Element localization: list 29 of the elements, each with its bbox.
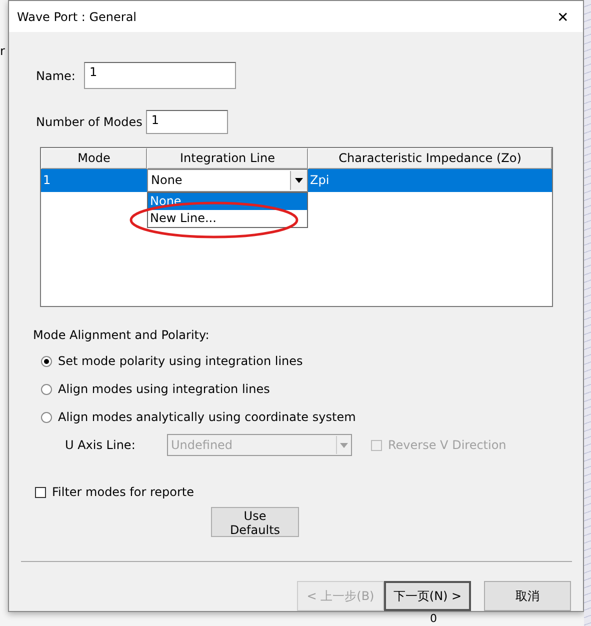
filter-checkbox[interactable] [35, 486, 46, 498]
name-label: Name: [36, 68, 76, 82]
radio-button[interactable] [41, 384, 52, 394]
radio-label: Set mode polarity using integration lines [58, 354, 303, 368]
column-header[interactable]: Characteristic Impedance (Zo) [308, 148, 552, 169]
window-title: Wave Port : General [16, 10, 137, 24]
radio-button[interactable] [41, 356, 52, 366]
modes-input-field[interactable]: 1 [146, 110, 228, 134]
checkbox-label: Filter modes for reporte [52, 485, 194, 499]
modes-label: Number of Modes [36, 115, 142, 129]
radio-button[interactable] [41, 412, 52, 422]
use-defaults-button[interactable]: Use Defaults [211, 507, 299, 537]
radio-label: Align modes analytically using coordinate system [58, 410, 356, 424]
table-cell-text: Zpi [309, 172, 330, 189]
backdrop-text: r [0, 44, 5, 58]
radio-label: Align modes using integration lines [58, 382, 270, 396]
column-header[interactable]: Mode [41, 148, 147, 169]
name-input-field[interactable]: 1 [84, 62, 236, 89]
u-axis-label: U Axis Line: [65, 438, 136, 452]
wizard-button[interactable]: 取消 [484, 581, 571, 611]
wizard-button[interactable]: 下一页(N) > [384, 581, 471, 611]
table-cell-text: 1 [42, 172, 52, 189]
close-button[interactable]: ✕ [543, 1, 583, 32]
dropdown-option[interactable]: New Line... [148, 210, 307, 227]
column-header[interactable]: Integration Line [147, 148, 308, 169]
section-label: Mode Alignment and Polarity: [33, 328, 210, 342]
backdrop-text: 0 [430, 612, 437, 625]
integration-line-dropdown[interactable]: None [147, 169, 308, 192]
checkbox-label: Reverse V Direction [388, 438, 506, 452]
